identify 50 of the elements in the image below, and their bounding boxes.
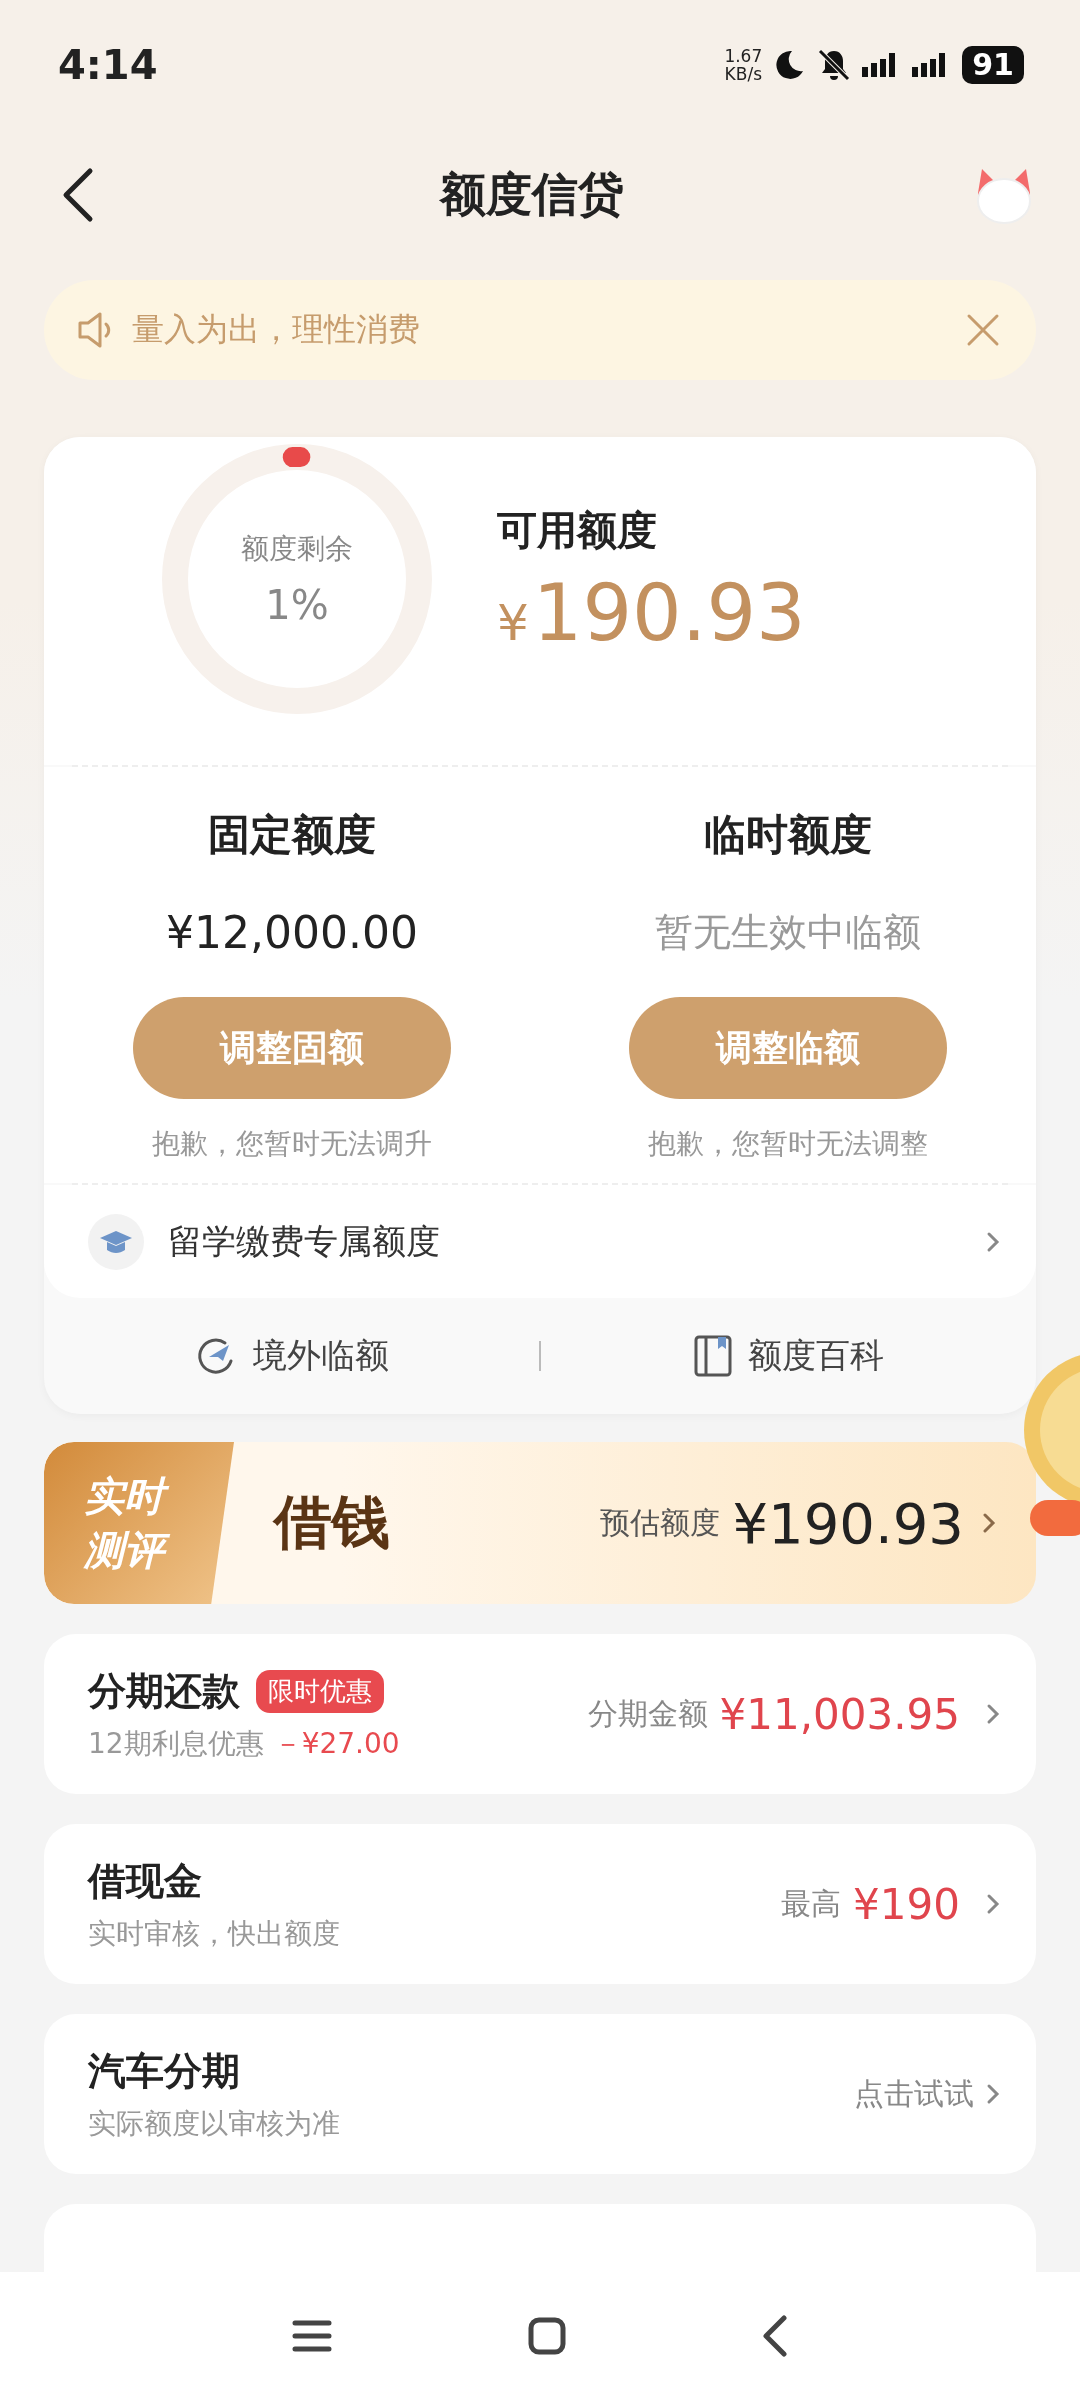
chevron-right-icon <box>986 1893 1000 1915</box>
banner-title: 借钱 <box>274 1487 391 1558</box>
chevron-right-icon <box>986 1703 1000 1725</box>
ring-label: 额度剩余 <box>241 531 353 567</box>
page-title: 额度信贷 <box>440 166 624 223</box>
limit-note: 抱歉，您暂时无法调整 <box>648 1126 928 1162</box>
estimate-amount: ¥190.93 <box>732 1490 964 1556</box>
product-card[interactable]: 分期还款 限时优惠 12期利息优惠 －¥27.00 分期金额 ¥11,003.95 <box>44 1634 1036 1794</box>
chevron-right-icon <box>986 1230 1000 1253</box>
product-card[interactable]: 借现金 实时审核，快出额度 最高 ¥190 <box>44 1824 1036 1984</box>
loan-banner[interactable]: 实时 测评 借钱 预估额度 ¥190.93 <box>44 1442 1036 1604</box>
limit-note: 抱歉，您暂时无法调升 <box>152 1126 432 1162</box>
discount-amount: －¥27.00 <box>273 1725 400 1762</box>
product-title: 分期还款 <box>88 1667 240 1715</box>
network-speed: 1.67 KB/s <box>724 47 763 83</box>
limit-status: 暂无生效中临额 <box>655 909 921 956</box>
chevron-right-icon <box>986 2083 1000 2105</box>
shortcut-link[interactable]: 额度百科 <box>541 1333 1036 1379</box>
study-quota-link[interactable]: 留学缴费专属额度 <box>44 1185 1036 1298</box>
chevron-right-icon <box>982 1512 996 1534</box>
promo-badge: 限时优惠 <box>256 1669 384 1713</box>
product-subtitle: 实时审核，快出额度 <box>88 1915 340 1952</box>
battery-level: 91 <box>962 46 1024 84</box>
available-label: 可用额度 <box>497 506 658 555</box>
product-label: 分期金额 <box>587 1694 708 1733</box>
status-time: 4:14 <box>58 42 158 88</box>
product-title: 汽车分期 <box>88 2047 240 2095</box>
limit-title: 临时额度 <box>704 809 872 861</box>
shortcut-link[interactable]: 境外临额 <box>44 1333 539 1379</box>
menu-icon[interactable] <box>292 2319 332 2353</box>
product-label: 点击试试 <box>854 2074 974 2113</box>
graduation-cap-icon <box>88 1213 144 1270</box>
ring-value: 1% <box>265 582 329 628</box>
product-card[interactable]: 汽车分期 实际额度以审核为准 点击试试 <box>44 2014 1036 2174</box>
limit-amount: ¥12,000.00 <box>166 907 418 960</box>
limit-title: 固定额度 <box>208 809 376 861</box>
tag-text: 实时 <box>84 1469 234 1523</box>
product-title: 借现金 <box>88 1857 202 1905</box>
product-label: 最高 <box>781 1884 842 1923</box>
home-icon[interactable] <box>528 2317 566 2355</box>
tag-text: 测评 <box>84 1523 234 1577</box>
back-icon[interactable] <box>762 2315 788 2357</box>
available-amount: ¥190.93 <box>497 568 806 658</box>
estimate-label: 预估额度 <box>600 1503 721 1542</box>
notice-text: 量入为出，理性消费 <box>132 309 421 350</box>
product-amount: ¥190 <box>853 1879 960 1929</box>
product-subtitle: 实际额度以审核为准 <box>88 2105 340 2142</box>
book-icon <box>693 1335 732 1377</box>
product-amount: ¥11,003.95 <box>719 1689 960 1739</box>
product-subtitle: 12期利息优惠 <box>88 1725 264 1762</box>
